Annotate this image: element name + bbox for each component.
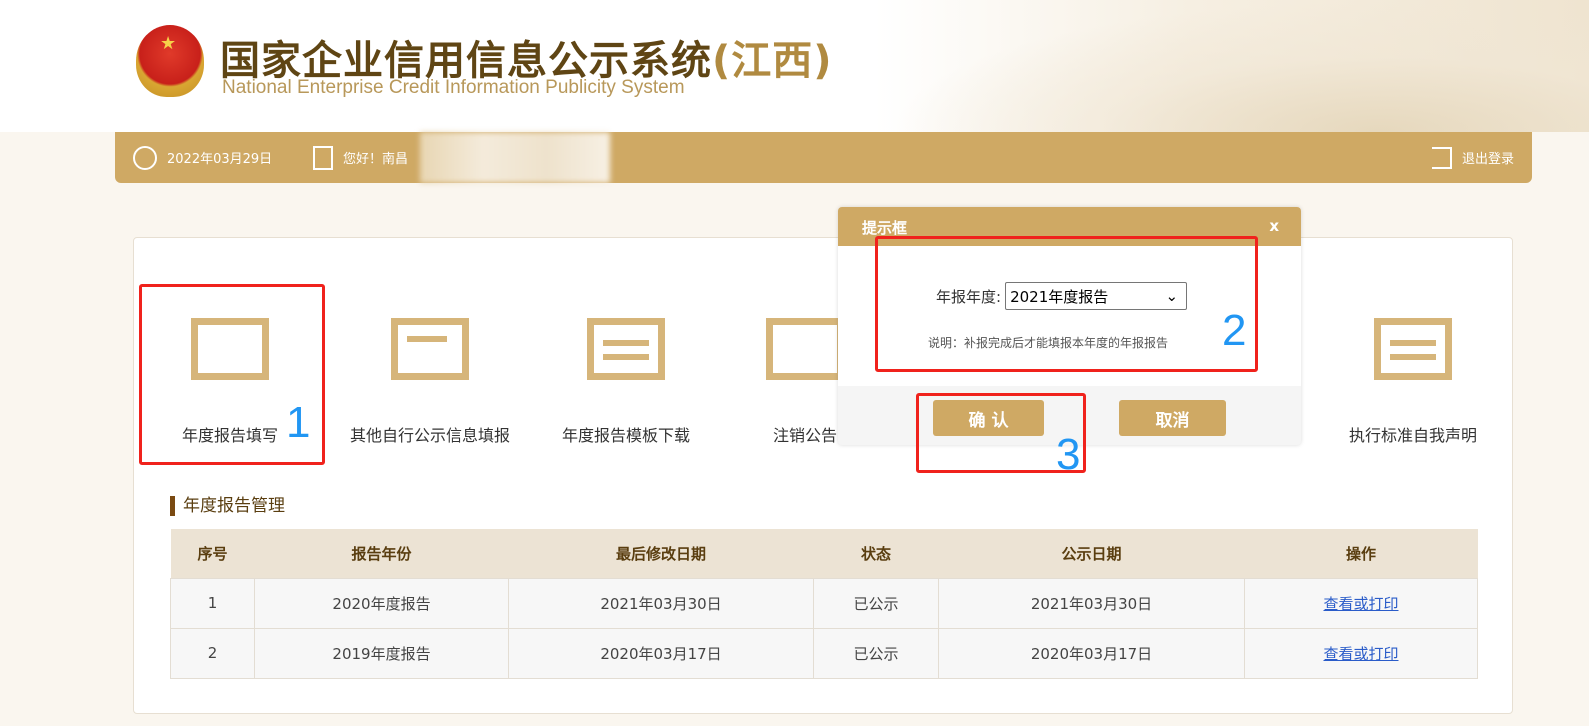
redacted-name	[420, 132, 610, 183]
document-icon	[583, 310, 669, 386]
cancel-button[interactable]: 取消	[1119, 400, 1226, 436]
user-bar: 2022年03月29日 您好！南昌 退出登录	[115, 132, 1532, 183]
dialog-title: 提示框	[862, 219, 908, 237]
cell-publish-date: 2021年03月30日	[938, 577, 1245, 629]
greeting: 您好！南昌	[343, 152, 409, 167]
user-icon	[313, 145, 333, 170]
clock-icon	[133, 145, 157, 170]
col-header: 最后修改日期	[508, 529, 814, 578]
col-header: 序号	[170, 529, 255, 578]
tile-label: 年度报告模板下载	[561, 426, 690, 445]
section-title: 年度报告管理	[170, 496, 285, 516]
site-title-en: National Enterprise Credit Information P…	[222, 77, 685, 98]
annotation-number-2: 2	[1222, 306, 1247, 355]
tile-label: 其他自行公示信息填报	[349, 426, 510, 445]
cell-action: 查看或打印	[1244, 577, 1478, 629]
cell-year: 2020年度报告	[254, 577, 509, 629]
title-region: (江西)	[712, 38, 833, 84]
header: ★ 国家企业信用信息公示系统(江西) National Enterprise C…	[0, 0, 1589, 132]
annotation-number-3: 3	[1056, 430, 1081, 479]
logout-icon	[1431, 146, 1452, 169]
table-row: 2 2019年度报告 2020年03月17日 已公示 2020年03月17日 查…	[170, 627, 1478, 679]
tile-standard-declaration[interactable]: 执行标准自我声明	[1318, 310, 1508, 445]
close-button[interactable]: x	[1269, 217, 1279, 235]
view-print-link[interactable]: 查看或打印	[1323, 595, 1398, 613]
cell-status: 已公示	[813, 627, 939, 679]
inbox-document-icon	[387, 310, 473, 386]
tile-label: 执行标准自我声明	[1348, 426, 1477, 445]
annual-report-table: 序号 报告年份 最后修改日期 状态 公示日期 操作 1 2020年度报告 202…	[170, 529, 1478, 679]
cell-modified: 2021年03月30日	[508, 577, 814, 629]
col-header: 操作	[1244, 529, 1478, 578]
col-header: 报告年份	[254, 529, 509, 578]
table-header-row: 序号 报告年份 最后修改日期 状态 公示日期 操作	[170, 529, 1478, 578]
cell-action: 查看或打印	[1244, 627, 1478, 679]
table-row: 1 2020年度报告 2021年03月30日 已公示 2021年03月30日 查…	[170, 577, 1478, 629]
tile-other-info[interactable]: 其他自行公示信息填报	[335, 310, 525, 445]
annotation-number-1: 1	[286, 398, 311, 447]
annotation-box-2	[875, 236, 1258, 372]
current-date: 2022年03月29日	[167, 152, 273, 167]
col-header: 状态	[813, 529, 939, 578]
cell-index: 2	[170, 627, 255, 679]
mountain-decoration	[889, 0, 1589, 132]
view-print-link[interactable]: 查看或打印	[1323, 645, 1398, 663]
national-emblem-logo: ★	[136, 25, 204, 97]
cell-status: 已公示	[813, 577, 939, 629]
inbox-document-icon	[762, 310, 848, 386]
logout-label: 退出登录	[1461, 152, 1514, 167]
cell-year: 2019年度报告	[254, 627, 509, 679]
emblem-star: ★	[160, 33, 177, 54]
cell-modified: 2020年03月17日	[508, 627, 814, 679]
cell-publish-date: 2020年03月17日	[938, 627, 1245, 679]
tile-template-download[interactable]: 年度报告模板下载	[531, 310, 721, 445]
document-icon	[1370, 310, 1456, 386]
logout-button[interactable]: 退出登录	[1431, 132, 1514, 183]
col-header: 公示日期	[938, 529, 1245, 578]
cell-index: 1	[170, 577, 255, 629]
